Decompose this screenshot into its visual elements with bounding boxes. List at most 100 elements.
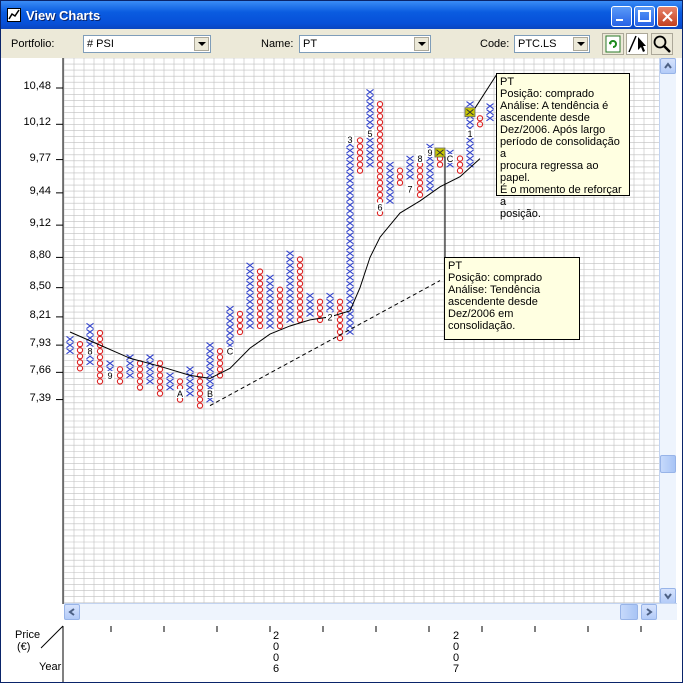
o-mark bbox=[376, 185, 384, 192]
x-mark bbox=[366, 101, 374, 108]
callout-line: PT bbox=[500, 76, 515, 88]
refresh-icon bbox=[605, 35, 621, 53]
portfolio-select[interactable]: # PSI bbox=[83, 35, 211, 53]
chart-panel[interactable]: 89ABC2356789C1 10,48 10,12 9,77 9,44 9,12 8,8… bbox=[1, 58, 682, 682]
analysis-callout-previous[interactable]: PT Posição: comprado Análise: Tendência … bbox=[444, 257, 580, 340]
horizontal-scrollbar[interactable] bbox=[64, 603, 677, 620]
x-mark bbox=[386, 167, 394, 174]
vertical-scroll-thumb[interactable] bbox=[660, 455, 676, 473]
callout-line: período de consolidação a bbox=[500, 136, 623, 160]
x-mark bbox=[466, 161, 474, 168]
x-mark bbox=[126, 372, 134, 379]
x-column bbox=[66, 336, 74, 355]
x-mark bbox=[206, 342, 214, 349]
callout-line: ascendente desde bbox=[500, 112, 590, 124]
o-mark bbox=[376, 167, 384, 174]
chevron-down-icon bbox=[664, 593, 672, 600]
draw-line-tool-button[interactable] bbox=[626, 33, 648, 55]
o-column bbox=[276, 286, 284, 330]
y-tick-label: 8,21 bbox=[29, 308, 51, 321]
o-mark bbox=[396, 179, 404, 186]
view-charts-window: View Charts Portfolio: # PSI Name: PT Co… bbox=[0, 0, 683, 683]
o-column bbox=[436, 155, 444, 168]
y-tick-label: 8,50 bbox=[29, 279, 51, 292]
scroll-down-button[interactable] bbox=[660, 588, 676, 604]
o-mark bbox=[156, 360, 164, 367]
x-mark bbox=[406, 167, 414, 174]
x-mark bbox=[226, 329, 234, 337]
o-mark bbox=[456, 155, 464, 162]
month-marker-label: 9 bbox=[427, 148, 432, 158]
callout-line: consolidação. bbox=[448, 320, 516, 332]
year-mark-2006: 2 0 0 6 bbox=[273, 631, 279, 675]
x-mark bbox=[206, 366, 214, 373]
horizontal-scroll-thumb[interactable] bbox=[620, 604, 638, 620]
x-mark bbox=[126, 366, 134, 373]
o-mark bbox=[376, 113, 384, 120]
o-column bbox=[476, 115, 484, 128]
x-mark bbox=[226, 323, 234, 331]
vertical-scrollbar[interactable] bbox=[659, 58, 676, 606]
x-mark bbox=[366, 143, 374, 150]
draw-line-cursor-icon bbox=[628, 35, 646, 53]
o-mark bbox=[396, 173, 404, 180]
x-mark bbox=[366, 107, 374, 114]
callout-line: procura regressa ao papel. bbox=[500, 160, 602, 184]
x-mark bbox=[366, 161, 374, 168]
x-mark bbox=[166, 384, 174, 391]
x-mark bbox=[366, 149, 374, 156]
title-bar[interactable]: View Charts bbox=[1, 1, 682, 29]
o-mark bbox=[116, 366, 124, 373]
month-marker-label: 1 bbox=[467, 129, 472, 139]
o-mark bbox=[376, 191, 384, 199]
close-button[interactable] bbox=[657, 6, 678, 27]
x-mark bbox=[466, 155, 474, 162]
o-mark bbox=[156, 366, 164, 373]
x-mark bbox=[206, 348, 214, 355]
scroll-right-button[interactable] bbox=[641, 604, 657, 620]
o-mark bbox=[136, 378, 144, 385]
chevron-down-icon[interactable] bbox=[194, 37, 209, 51]
o-mark bbox=[356, 167, 364, 174]
o-column bbox=[96, 329, 104, 385]
scroll-up-button[interactable] bbox=[660, 58, 676, 74]
x-mark bbox=[386, 179, 394, 186]
x-mark bbox=[366, 113, 374, 120]
code-value: PTC.LS bbox=[518, 38, 557, 50]
x-column bbox=[246, 262, 254, 330]
o-column bbox=[136, 360, 144, 391]
callout-line: Dez/2006 em bbox=[448, 308, 514, 320]
x-column bbox=[266, 274, 274, 330]
code-select[interactable]: PTC.LS bbox=[514, 35, 590, 53]
chevron-down-icon[interactable] bbox=[573, 37, 588, 51]
o-mark bbox=[216, 366, 224, 373]
x-mark bbox=[386, 185, 394, 192]
x-mark bbox=[466, 101, 474, 108]
x-mark bbox=[366, 88, 374, 96]
analysis-callout-latest[interactable]: PT Posição: comprado Análise: A tendênci… bbox=[496, 73, 630, 220]
x-column bbox=[146, 354, 154, 385]
price-axis-unit: (€) bbox=[17, 641, 31, 653]
o-column bbox=[236, 310, 244, 336]
o-mark bbox=[376, 107, 384, 114]
o-mark bbox=[96, 354, 104, 361]
zoom-button[interactable] bbox=[651, 33, 673, 55]
o-mark bbox=[136, 366, 144, 373]
o-mark bbox=[356, 161, 364, 168]
o-mark bbox=[436, 161, 444, 168]
x-column bbox=[226, 305, 234, 349]
x-mark bbox=[166, 372, 174, 379]
y-tick-label: 9,12 bbox=[29, 217, 51, 230]
y-tick-label: 10,12 bbox=[23, 116, 51, 129]
month-marker-label: B bbox=[207, 389, 213, 399]
chevron-left-icon bbox=[68, 608, 75, 616]
o-mark bbox=[376, 155, 384, 162]
y-tick-label: 7,39 bbox=[29, 391, 51, 404]
scroll-left-button[interactable] bbox=[64, 604, 80, 620]
chevron-down-icon[interactable] bbox=[414, 37, 429, 51]
maximize-button[interactable] bbox=[634, 6, 655, 27]
o-mark bbox=[376, 149, 384, 156]
refresh-button[interactable] bbox=[602, 33, 624, 55]
minimize-button[interactable] bbox=[611, 6, 632, 27]
name-select[interactable]: PT bbox=[299, 35, 431, 53]
